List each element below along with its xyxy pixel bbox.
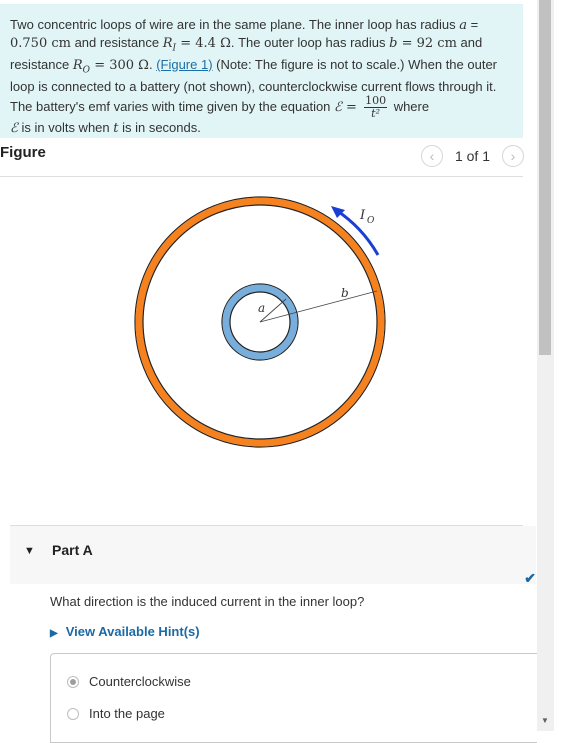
var-ri: R	[162, 35, 173, 51]
a-value: 0.750 cm	[10, 35, 71, 51]
option-into-page[interactable]: Into the page	[67, 706, 165, 721]
option-counterclockwise[interactable]: Counterclockwise	[67, 674, 191, 689]
label-b: b	[341, 286, 349, 300]
question-text: What direction is the induced current in…	[50, 594, 365, 609]
problem-text: and resistance	[70, 34, 163, 50]
var-ro-sub: O	[82, 65, 91, 76]
option-label: Counterclockwise	[89, 674, 191, 689]
figure-title: Figure	[0, 144, 46, 161]
figure-pager: ‹ 1 of 1 ›	[420, 145, 524, 167]
figure-link[interactable]: (Figure 1)	[156, 57, 212, 72]
label-current-sub: O	[367, 216, 375, 226]
chevron-right-icon[interactable]: ›	[502, 145, 524, 167]
problem-text: where	[390, 99, 430, 115]
right-margin	[554, 0, 562, 731]
caret-right-icon: ▶	[50, 628, 58, 639]
var-ro: R	[72, 57, 83, 73]
checkmark-icon: ✔	[524, 570, 536, 586]
equals: =	[341, 100, 362, 116]
hints-label: View Available Hint(s)	[65, 624, 200, 639]
scroll-down-icon[interactable]: ▼	[541, 716, 549, 725]
problem-text: . The outer loop has radius	[230, 34, 390, 50]
pager-count: 1 of 1	[454, 148, 490, 164]
ro-value: = 300 Ω	[90, 57, 149, 73]
ri-value: = 4.4 Ω	[176, 35, 231, 51]
option-label: Into the page	[89, 706, 165, 721]
loops-diagram: a b I O	[134, 196, 386, 448]
scrollbar[interactable]: ▼	[537, 0, 554, 731]
equals: =	[467, 17, 479, 32]
problem-text: is in seconds.	[118, 120, 201, 136]
b-value: = 92 cm	[397, 35, 457, 51]
view-hints-link[interactable]: ▶ View Available Hint(s)	[50, 624, 200, 639]
chevron-left-icon[interactable]: ‹	[420, 145, 443, 167]
radio-button[interactable]	[67, 707, 79, 720]
label-a: a	[258, 301, 265, 315]
problem-text: Two concentric loops of wire are in the …	[10, 17, 460, 32]
emf-symbol: ℰ	[334, 100, 342, 116]
radio-button[interactable]	[67, 675, 79, 688]
label-current: I	[359, 208, 366, 223]
part-a-header[interactable]: ▼ Part A ✔	[10, 526, 536, 586]
var-a: a	[459, 18, 467, 33]
scrollbar-thumb[interactable]	[539, 0, 551, 355]
emf-symbol: ℰ	[10, 121, 18, 137]
emf-fraction: 100 t²	[364, 95, 388, 121]
problem-text: is in volts when	[17, 120, 114, 136]
problem-statement: Two concentric loops of wire are in the …	[0, 4, 523, 138]
answer-options: Counterclockwise Into the page	[50, 653, 537, 743]
caret-down-icon[interactable]: ▼	[24, 545, 35, 557]
frac-denominator: t²	[371, 107, 380, 121]
figure-canvas: a b I O	[0, 177, 523, 525]
part-title: Part A	[52, 542, 93, 558]
